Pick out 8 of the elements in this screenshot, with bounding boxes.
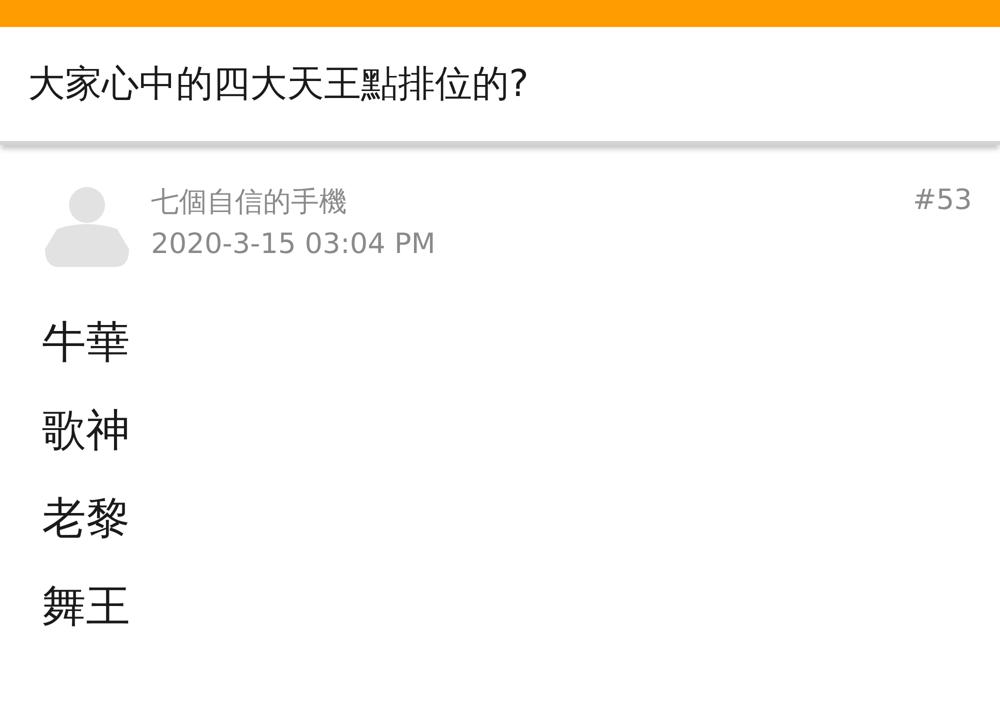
- author-name[interactable]: 七個自信的手機: [151, 183, 891, 221]
- post-time: 2020-3-15 03:04 PM: [151, 227, 436, 260]
- post-number: #53: [912, 182, 972, 216]
- post-line: 牛華: [42, 319, 131, 367]
- post-line: 舞王: [42, 583, 131, 631]
- thread-title: 大家心中的四大天王點排位的?: [28, 61, 529, 107]
- post-line: 歌神: [42, 407, 131, 455]
- post-line: 老黎: [42, 495, 131, 543]
